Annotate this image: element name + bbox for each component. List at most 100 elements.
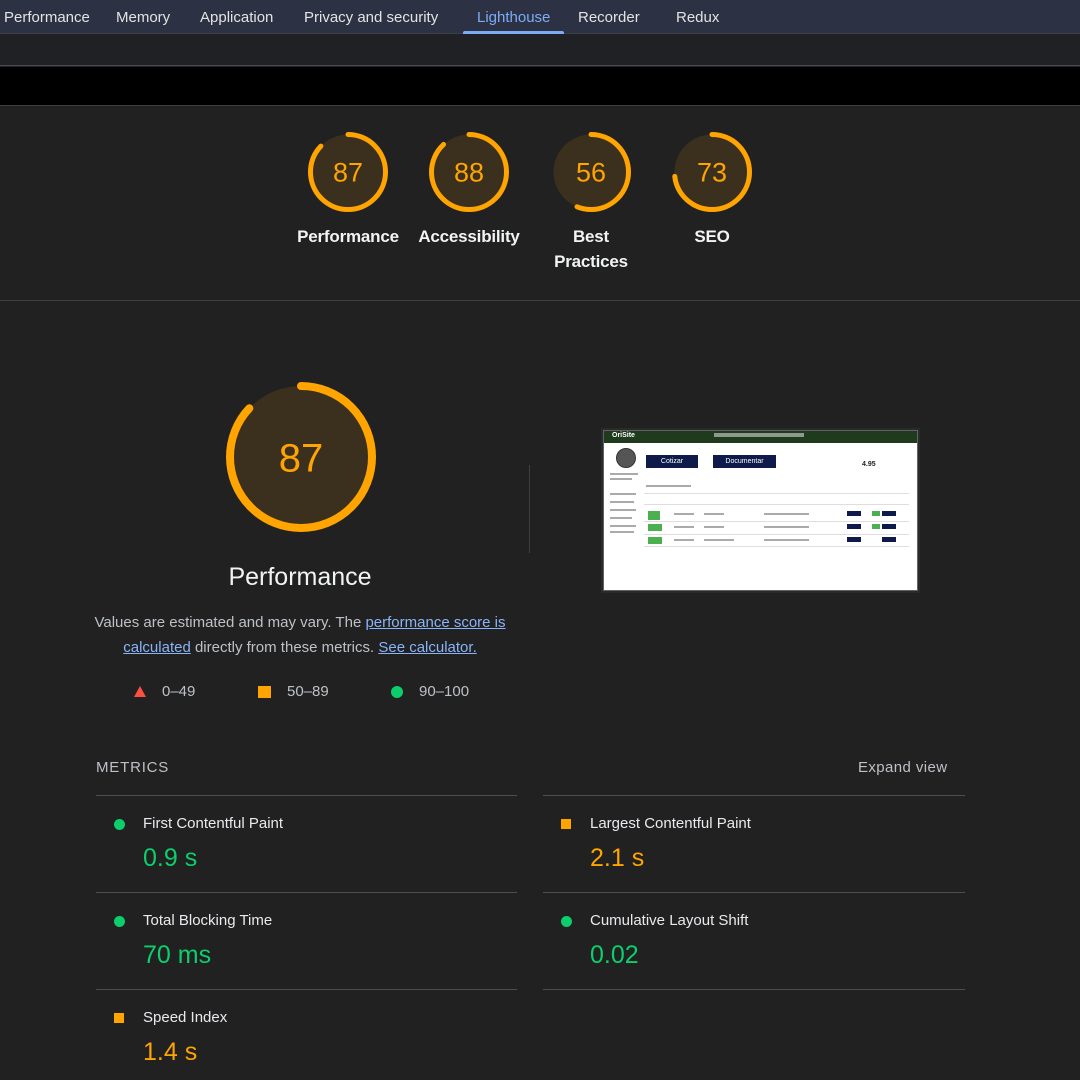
thumb-text-line: [704, 526, 724, 528]
final-screenshot-thumbnail[interactable]: OriSite Cotizar Documentar 4.95: [603, 430, 918, 591]
lighthouse-toolbar: [0, 35, 1080, 66]
performance-gauge-ring: 87: [308, 132, 388, 212]
gauge-score: 88: [454, 158, 484, 188]
expand-view-toggle[interactable]: Expand view: [858, 759, 947, 776]
fail-triangle-icon: [134, 686, 146, 697]
thumb-text-line: [764, 539, 809, 541]
thumb-avatar: [616, 448, 636, 468]
thumb-text-line: [704, 513, 724, 515]
gauge-score: 87: [279, 436, 324, 480]
pass-circle-icon: [391, 685, 403, 698]
metric-value: 1.4 s: [143, 1038, 198, 1066]
thumb-text-line: [610, 478, 632, 480]
metric-value: 0.02: [590, 941, 639, 969]
thumb-site-header: OriSite: [604, 431, 917, 443]
performance-section: 87 Performance Values are estimated and …: [0, 301, 1080, 1080]
tab-recorder[interactable]: Recorder: [578, 0, 640, 34]
thumb-action-button: [882, 537, 896, 542]
best-practices-gauge-ring: 56: [551, 132, 631, 212]
thumb-text-line: [764, 526, 809, 528]
performance-score-gauge: 87: [226, 382, 376, 532]
average-square-icon: [258, 685, 271, 698]
desc-text-1: Values are estimated and may vary. The: [94, 614, 366, 631]
thumb-action-button: [882, 524, 896, 529]
metric-value: 70 ms: [143, 941, 212, 969]
seo-gauge-ring: 73: [672, 132, 752, 212]
gauge-score: 56: [576, 158, 606, 188]
legend-pass-range: 90–100: [419, 683, 470, 700]
pass-circle-icon: [114, 916, 125, 927]
thumb-product-image: [648, 511, 660, 520]
thumb-site-logo: OriSite: [612, 432, 635, 439]
thumb-text-line: [610, 473, 638, 475]
tab-lighthouse[interactable]: Lighthouse: [462, 0, 565, 34]
metric-name: Largest Contentful Paint: [590, 815, 751, 832]
thumb-status-badge: [872, 524, 880, 529]
metric-total-blocking-time: Total Blocking Time 70 ms: [96, 893, 516, 989]
tab-privacy-and-security[interactable]: Privacy and security: [304, 0, 438, 34]
thumb-rule: [644, 493, 909, 494]
thumb-text-line: [610, 525, 636, 527]
thumb-rule: [644, 534, 909, 535]
thumb-product-image: [648, 537, 662, 544]
gauge-label-seo: SEO: [694, 227, 730, 246]
thumb-text-line: [646, 485, 691, 487]
tab-memory[interactable]: Memory: [116, 0, 170, 34]
thumb-header-text: [714, 433, 804, 437]
metric-value: 2.1 s: [590, 844, 645, 872]
thumb-text-line: [610, 501, 634, 503]
gauge-accessibility[interactable]: 88 Accessibility: [404, 131, 534, 249]
tab-performance[interactable]: Performance: [4, 0, 90, 34]
thumb-chart-mini: [847, 524, 861, 529]
metric-name: Cumulative Layout Shift: [590, 912, 749, 929]
metric-divider: [543, 989, 965, 990]
tab-redux[interactable]: Redux: [676, 0, 719, 34]
section-divider: [529, 465, 530, 553]
thumb-text-line: [704, 539, 734, 541]
devtools-tab-bar: Performance Memory Application Privacy a…: [0, 0, 1080, 34]
metric-name: First Contentful Paint: [143, 815, 284, 832]
accessibility-gauge-ring: 88: [429, 132, 509, 212]
legend-fail: 0–49: [134, 683, 195, 700]
thumb-status-badge: [872, 511, 880, 516]
thumb-text-line: [674, 513, 694, 515]
thumb-documentar-button: Documentar: [713, 455, 776, 468]
pass-circle-icon: [114, 819, 125, 830]
gauge-label-performance: Performance: [297, 227, 399, 246]
gauge-label-accessibility: Accessibility: [418, 227, 520, 246]
thumb-text-line: [610, 509, 636, 511]
metric-cumulative-layout-shift: Cumulative Layout Shift 0.02: [543, 893, 963, 989]
gauge-performance[interactable]: 87 Performance: [283, 131, 413, 249]
see-calculator-link[interactable]: See calculator.: [378, 639, 476, 656]
gauge-score: 73: [697, 158, 727, 188]
legend-pass: 90–100: [391, 683, 469, 700]
thumb-text-line: [674, 526, 694, 528]
thumb-rule: [644, 504, 909, 505]
thumb-action-button: [882, 511, 896, 516]
performance-description: Values are estimated and may vary. The p…: [80, 610, 520, 660]
metric-speed-index: Speed Index 1.4 s: [96, 990, 516, 1080]
legend-average-range: 50–89: [287, 683, 329, 700]
metrics-header: METRICS: [96, 759, 170, 776]
gauge-best-practices[interactable]: 56 Best Practices: [526, 131, 656, 274]
thumb-text-line: [610, 517, 632, 519]
average-square-icon: [114, 1013, 124, 1023]
desc-text-2: directly from these metrics.: [190, 639, 379, 656]
gauge-seo[interactable]: 73 SEO: [647, 131, 777, 249]
metric-name: Total Blocking Time: [143, 912, 273, 929]
thumb-text-line: [610, 531, 634, 533]
tab-application[interactable]: Application: [200, 0, 273, 34]
thumb-text-line: [764, 513, 809, 515]
metric-first-contentful-paint: First Contentful Paint 0.9 s: [96, 796, 516, 892]
thumb-rating: 4.95: [862, 461, 876, 468]
thumb-product-image: [648, 524, 662, 531]
thumb-rule: [644, 546, 909, 547]
thumb-cotizar-button: Cotizar: [646, 455, 698, 468]
thumb-chart-mini: [847, 511, 861, 516]
thumb-text-line: [610, 493, 636, 495]
thumb-rule: [644, 521, 909, 522]
legend-average: 50–89: [258, 683, 329, 700]
gauge-label-best-practices: Best Practices: [554, 227, 628, 271]
metric-name: Speed Index: [143, 1009, 228, 1026]
gauge-score: 87: [333, 158, 363, 188]
